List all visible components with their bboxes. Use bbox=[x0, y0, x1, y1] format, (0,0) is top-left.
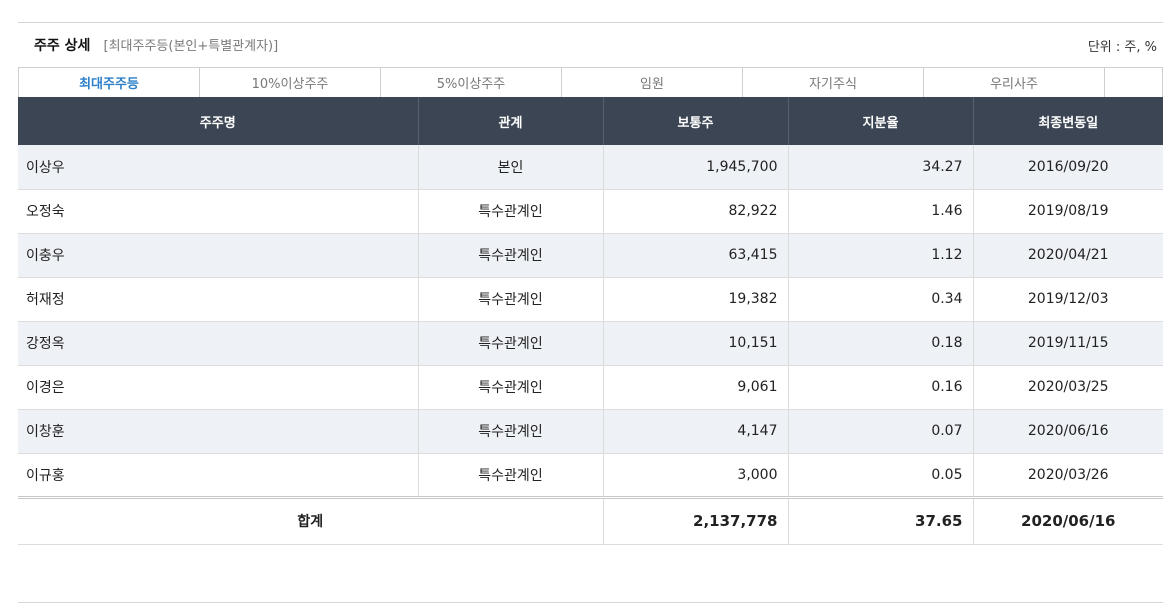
cell-relation: 특수관계인 bbox=[418, 365, 604, 410]
total-row: 합계 2,137,778 37.65 2020/06/16 bbox=[18, 495, 1163, 545]
cell-relation: 특수관계인 bbox=[418, 189, 604, 234]
cell-date: 2020/04/21 bbox=[973, 233, 1163, 278]
bottom-divider bbox=[18, 602, 1163, 603]
cell-date: 2020/06/16 bbox=[973, 409, 1163, 454]
table-row: 이충우 특수관계인 63,415 1.12 2020/04/21 bbox=[18, 233, 1163, 278]
cell-ratio: 34.27 bbox=[788, 145, 974, 190]
cell-name: 이규홍 bbox=[18, 453, 419, 498]
cell-name: 이창훈 bbox=[18, 409, 419, 454]
cell-ratio: 1.12 bbox=[788, 233, 974, 278]
section-title: 주주 상세 bbox=[34, 38, 91, 54]
cell-relation: 특수관계인 bbox=[418, 453, 604, 498]
table-row: 오정숙 특수관계인 82,922 1.46 2019/08/19 bbox=[18, 189, 1163, 234]
tab-largest-shareholders[interactable]: 최대주주등 bbox=[19, 68, 200, 97]
column-header-date[interactable]: 최종변동일 bbox=[973, 97, 1163, 145]
cell-date: 2019/08/19 bbox=[973, 189, 1163, 234]
tab-5pct-shareholders[interactable]: 5%이상주주 bbox=[381, 68, 562, 97]
cell-relation: 특수관계인 bbox=[418, 409, 604, 454]
shareholder-table: 주주명 관계 보통주 지분율 최종변동일 이상우 본인 1,945,700 34… bbox=[18, 97, 1163, 545]
table-row: 이상우 본인 1,945,700 34.27 2016/09/20 bbox=[18, 145, 1163, 190]
table-row: 이경은 특수관계인 9,061 0.16 2020/03/25 bbox=[18, 365, 1163, 410]
table-row: 허재정 특수관계인 19,382 0.34 2019/12/03 bbox=[18, 277, 1163, 322]
column-header-relation[interactable]: 관계 bbox=[418, 97, 604, 145]
total-date: 2020/06/16 bbox=[973, 495, 1163, 545]
total-shares: 2,137,778 bbox=[603, 495, 789, 545]
cell-ratio: 0.16 bbox=[788, 365, 974, 410]
cell-shares: 82,922 bbox=[603, 189, 789, 234]
cell-date: 2019/11/15 bbox=[973, 321, 1163, 366]
column-header-ratio[interactable]: 지분율 bbox=[788, 97, 974, 145]
column-header-name[interactable]: 주주명 bbox=[18, 97, 419, 145]
cell-shares: 19,382 bbox=[603, 277, 789, 322]
cell-shares: 63,415 bbox=[603, 233, 789, 278]
tab-treasury-stock[interactable]: 자기주식 bbox=[743, 68, 924, 97]
cell-name: 강정옥 bbox=[18, 321, 419, 366]
cell-relation: 본인 bbox=[418, 145, 604, 190]
tab-employee-stock[interactable]: 우리사주 bbox=[924, 68, 1105, 97]
cell-shares: 10,151 bbox=[603, 321, 789, 366]
tab-executives[interactable]: 임원 bbox=[562, 68, 743, 97]
cell-relation: 특수관계인 bbox=[418, 277, 604, 322]
column-header-shares[interactable]: 보통주 bbox=[603, 97, 789, 145]
panel-title-group: 주주 상세 [최대주주등(본인+특별관계자)] bbox=[34, 35, 278, 55]
cell-relation: 특수관계인 bbox=[418, 233, 604, 278]
panel-header: 주주 상세 [최대주주등(본인+특별관계자)] 단위 : 주, % bbox=[18, 23, 1163, 67]
total-ratio: 37.65 bbox=[788, 495, 974, 545]
cell-date: 2020/03/26 bbox=[973, 453, 1163, 498]
cell-name: 오정숙 bbox=[18, 189, 419, 234]
table-row: 이창훈 특수관계인 4,147 0.07 2020/06/16 bbox=[18, 409, 1163, 454]
unit-label: 단위 : 주, % bbox=[1087, 39, 1157, 55]
total-label: 합계 bbox=[18, 495, 604, 545]
cell-date: 2016/09/20 bbox=[973, 145, 1163, 190]
cell-relation: 특수관계인 bbox=[418, 321, 604, 366]
cell-name: 이경은 bbox=[18, 365, 419, 410]
cell-shares: 1,945,700 bbox=[603, 145, 789, 190]
shareholder-detail-panel: 주주 상세 [최대주주등(본인+특별관계자)] 단위 : 주, % 최대주주등 … bbox=[18, 22, 1163, 545]
cell-name: 허재정 bbox=[18, 277, 419, 322]
section-subtitle: [최대주주등(본인+특별관계자)] bbox=[103, 39, 279, 54]
cell-ratio: 0.05 bbox=[788, 453, 974, 498]
tab-10pct-shareholders[interactable]: 10%이상주주 bbox=[200, 68, 381, 97]
cell-name: 이상우 bbox=[18, 145, 419, 190]
table-row: 이규홍 특수관계인 3,000 0.05 2020/03/26 bbox=[18, 453, 1163, 498]
cell-shares: 4,147 bbox=[603, 409, 789, 454]
shareholder-tabs: 최대주주등 10%이상주주 5%이상주주 임원 자기주식 우리사주 bbox=[18, 67, 1163, 97]
cell-ratio: 0.07 bbox=[788, 409, 974, 454]
table-header-row: 주주명 관계 보통주 지분율 최종변동일 bbox=[18, 97, 1163, 145]
cell-name: 이충우 bbox=[18, 233, 419, 278]
cell-date: 2019/12/03 bbox=[973, 277, 1163, 322]
cell-ratio: 0.34 bbox=[788, 277, 974, 322]
cell-shares: 9,061 bbox=[603, 365, 789, 410]
cell-ratio: 1.46 bbox=[788, 189, 974, 234]
table-row: 강정옥 특수관계인 10,151 0.18 2019/11/15 bbox=[18, 321, 1163, 366]
cell-date: 2020/03/25 bbox=[973, 365, 1163, 410]
cell-shares: 3,000 bbox=[603, 453, 789, 498]
cell-ratio: 0.18 bbox=[788, 321, 974, 366]
